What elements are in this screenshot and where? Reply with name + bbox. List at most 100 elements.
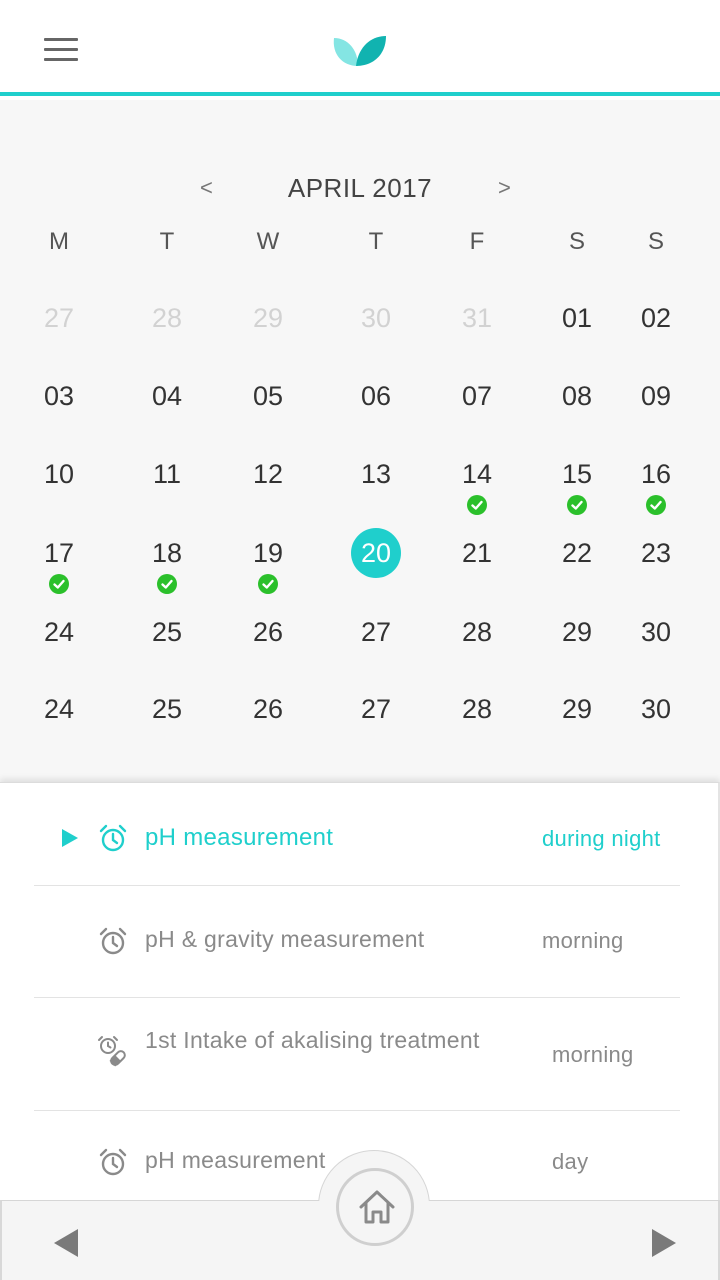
home-button[interactable] [336, 1168, 414, 1246]
calendar-day[interactable]: 30 [336, 298, 416, 368]
alarm-clock-icon [96, 1145, 130, 1179]
day-number: 16 [640, 459, 672, 489]
calendar-day[interactable]: 28 [437, 612, 517, 682]
day-number: 19 [252, 538, 284, 568]
calendar-panel: APRIL 2017 < > M T W T F S S 27 28 29 30 31 01 02 03 0… [0, 100, 720, 784]
calendar-day[interactable]: 01 [537, 298, 617, 368]
task-time-of-day: day [552, 1149, 589, 1174]
calendar-day[interactable]: 22 [537, 533, 617, 603]
calendar-day[interactable]: 30 [616, 612, 696, 682]
calendar-day[interactable]: 06 [336, 376, 416, 446]
prev-month-button[interactable]: < [200, 170, 213, 206]
day-number: 08 [561, 381, 593, 411]
calendar-day[interactable]: 26 [228, 612, 308, 682]
day-number: 24 [43, 694, 75, 724]
calendar-day[interactable]: 24 [19, 689, 99, 759]
leaf-logo-icon [333, 36, 386, 66]
app-header [0, 0, 720, 96]
calendar-day[interactable]: 19 [228, 533, 308, 603]
weekday-label: M [49, 228, 69, 255]
completed-check-icon [157, 574, 177, 594]
task-row[interactable]: pH measurement during night [34, 783, 680, 886]
calendar-day[interactable]: 29 [537, 689, 617, 759]
day-number: 03 [43, 381, 75, 411]
day-number: 09 [640, 381, 672, 411]
calendar-day[interactable]: 27 [336, 689, 416, 759]
day-number: 28 [461, 694, 493, 724]
calendar-day[interactable]: 14 [437, 454, 517, 524]
calendar-day[interactable]: 04 [127, 376, 207, 446]
day-number: 27 [43, 303, 75, 333]
completed-check-icon [49, 574, 69, 594]
task-row[interactable]: pH & gravity measurement morning [34, 886, 680, 998]
day-number: 29 [561, 694, 593, 724]
day-number: 29 [252, 303, 284, 333]
weekday-label: S [647, 228, 664, 255]
calendar-day[interactable]: 29 [537, 612, 617, 682]
completed-check-icon [467, 495, 487, 515]
task-list: pH measurement during night pH & gravity m… [0, 782, 720, 1202]
calendar-day[interactable]: 10 [19, 454, 99, 524]
day-number: 28 [461, 617, 493, 647]
day-number: 05 [252, 381, 284, 411]
calendar-day[interactable]: 17 [19, 533, 99, 603]
day-number: 18 [151, 538, 183, 568]
day-number: 25 [151, 617, 183, 647]
hamburger-menu-icon[interactable] [36, 30, 84, 70]
task-row[interactable]: 1st Intake of akalising treatment morning [34, 998, 680, 1111]
completed-check-icon [258, 574, 278, 594]
calendar-day[interactable]: 18 [127, 533, 207, 603]
calendar-day[interactable]: 03 [19, 376, 99, 446]
day-number: 31 [461, 303, 493, 333]
calendar-day[interactable]: 05 [228, 376, 308, 446]
calendar-day[interactable]: 27 [19, 298, 99, 368]
triangle-right-icon[interactable] [652, 1229, 676, 1257]
calendar-day[interactable]: 28 [437, 689, 517, 759]
calendar-day[interactable]: 25 [127, 612, 207, 682]
calendar-day[interactable]: 23 [616, 533, 696, 603]
day-number: 12 [252, 459, 284, 489]
task-time-of-day: morning [542, 928, 624, 953]
day-number: 30 [360, 303, 392, 333]
calendar-day[interactable]: 08 [537, 376, 617, 446]
day-number: 27 [360, 694, 392, 724]
calendar-day[interactable]: 24 [19, 612, 99, 682]
calendar-day[interactable]: 11 [127, 454, 207, 524]
completed-check-icon [646, 495, 666, 515]
calendar-day[interactable]: 07 [437, 376, 517, 446]
calendar-day[interactable]: 12 [228, 454, 308, 524]
month-title: APRIL 2017 [287, 173, 433, 203]
task-title: pH measurement [145, 1147, 326, 1173]
calendar-day[interactable]: 26 [228, 689, 308, 759]
day-number: 30 [640, 694, 672, 724]
home-icon [359, 1190, 395, 1224]
calendar-day[interactable]: 25 [127, 689, 207, 759]
alarm-clock-icon [96, 821, 130, 855]
calendar-day[interactable]: 16 [616, 454, 696, 524]
calendar-day[interactable]: 27 [336, 612, 416, 682]
day-number: 02 [640, 303, 672, 333]
weekday-label: F [469, 228, 485, 255]
play-indicator-icon [62, 829, 78, 847]
day-number: 20 [360, 538, 392, 568]
task-title: pH measurement [145, 824, 334, 851]
calendar-day[interactable]: 30 [616, 689, 696, 759]
calendar-day[interactable]: 29 [228, 298, 308, 368]
day-number: 11 [152, 459, 182, 489]
day-number: 22 [561, 538, 593, 568]
calendar-day[interactable]: 28 [127, 298, 207, 368]
calendar-day[interactable]: 13 [336, 454, 416, 524]
month-navigation: APRIL 2017 < > [0, 170, 720, 206]
day-number: 17 [43, 538, 75, 568]
calendar-day[interactable]: 02 [616, 298, 696, 368]
task-time-of-day: during night [542, 826, 661, 851]
calendar-day[interactable]: 09 [616, 376, 696, 446]
calendar-day-selected[interactable]: 20 [336, 528, 416, 603]
day-number: 29 [561, 617, 593, 647]
calendar-day[interactable]: 15 [537, 454, 617, 524]
calendar-day[interactable]: 21 [437, 533, 517, 603]
next-month-button[interactable]: > [498, 170, 511, 206]
triangle-left-icon[interactable] [54, 1229, 78, 1257]
calendar-day[interactable]: 31 [437, 298, 517, 368]
day-number: 06 [360, 381, 392, 411]
